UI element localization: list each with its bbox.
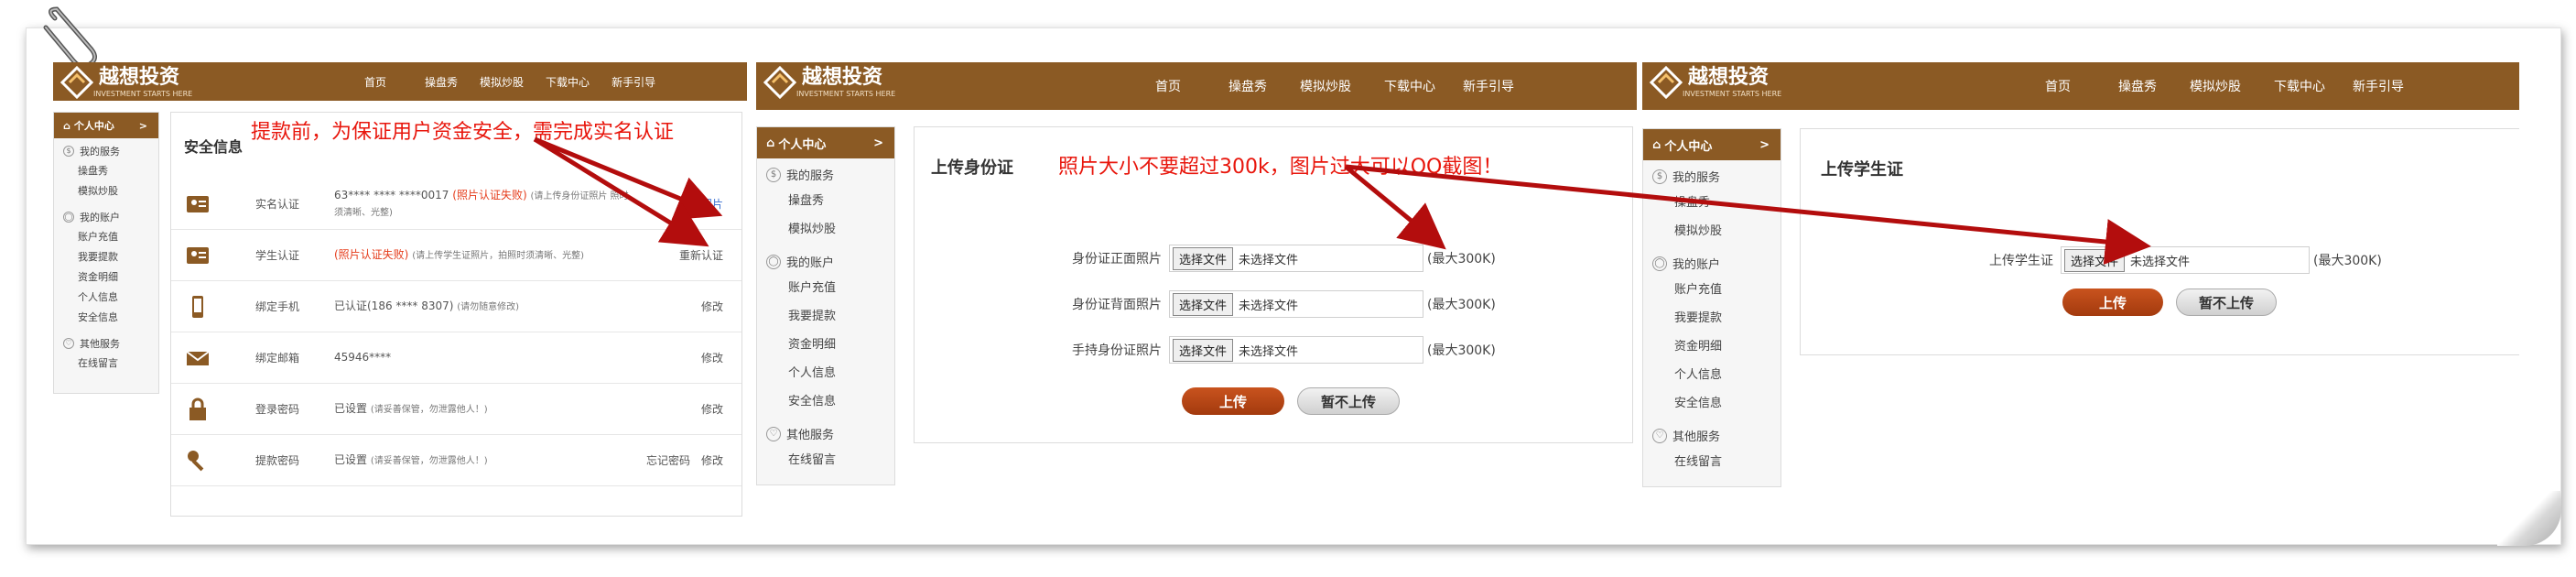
annotation-arrows — [533, 136, 2151, 265]
arrow-to-reverify — [533, 136, 709, 247]
arrow-to-student-file — [1345, 164, 2151, 265]
screenshot-collage: 越想投资 INVESTMENT STARTS HERE 首页 操盘秀 模拟炒股 … — [0, 0, 2576, 577]
arrow-to-id-max-size — [1344, 165, 1446, 250]
arrow-to-upload-photo — [534, 136, 723, 221]
